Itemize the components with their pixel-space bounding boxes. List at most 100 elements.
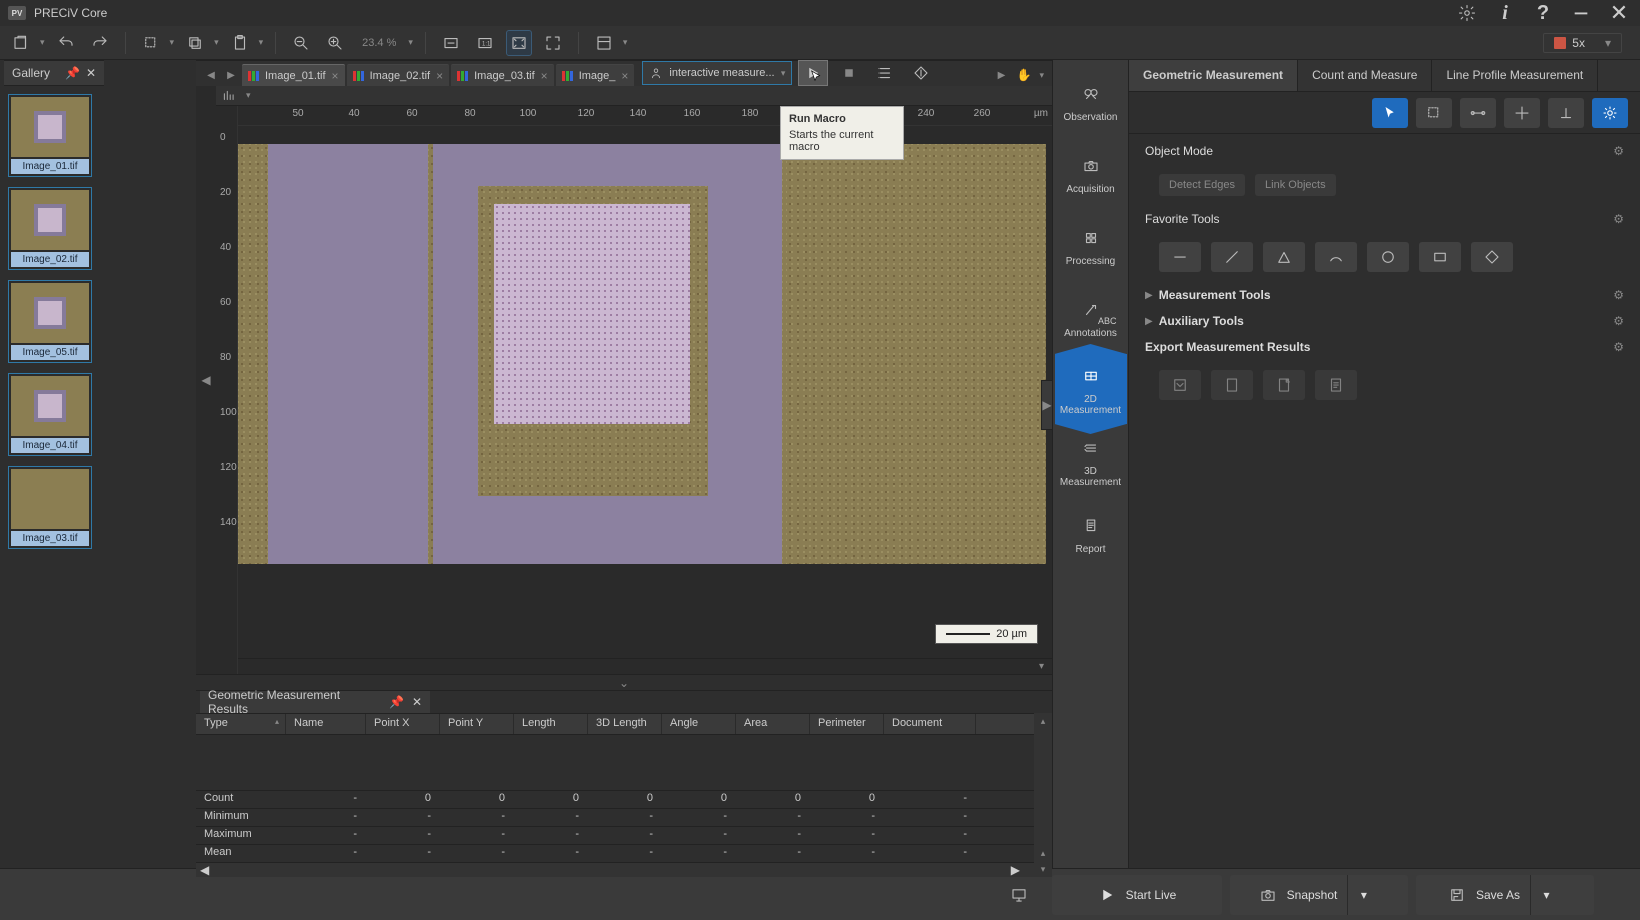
detect-edges-button[interactable]: Detect Edges [1159,174,1245,196]
auxiliary-tools-section[interactable]: ▶Auxiliary Tools⚙ [1145,314,1624,328]
zoom-in-button[interactable] [322,30,348,56]
macro-edit-button[interactable] [906,60,936,86]
gallery-thumb[interactable]: Image_03.tif [8,466,92,549]
gallery-thumb[interactable]: Image_01.tif [8,94,92,177]
diamond-tool-button[interactable] [1471,242,1513,272]
chevron-down-icon[interactable]: ▾ [170,37,175,48]
export-doc-button[interactable] [1315,370,1357,400]
paste-button[interactable] [227,30,253,56]
gear-icon[interactable]: ⚙ [1613,212,1624,226]
viewport-scrollbar[interactable]: ▾ [238,658,1052,674]
close-icon[interactable]: ✕ [412,695,422,709]
perpendicular-tool-button[interactable] [1548,98,1584,128]
column-header[interactable]: Name [286,714,366,734]
gear-icon[interactable]: ⚙ [1613,340,1624,354]
circle-tool-button[interactable] [1367,242,1409,272]
monitor-icon[interactable] [1002,880,1036,910]
panel-tab[interactable]: Count and Measure [1298,60,1432,91]
results-h-scrollbar[interactable]: ◀▶ [196,863,1034,877]
export-workbook-button[interactable] [1159,370,1201,400]
fullscreen-button[interactable] [540,30,566,56]
angle-tool-button[interactable] [1263,242,1305,272]
pointer-tool-button[interactable] [1372,98,1408,128]
run-macro-button[interactable] [798,60,828,86]
column-header[interactable]: Document [884,714,976,734]
chevron-down-icon[interactable]: ▾ [40,37,45,48]
image-viewport[interactable]: 20 µm [238,126,1052,658]
gear-icon[interactable]: ⚙ [1613,314,1624,328]
column-header[interactable]: 3D Length [588,714,662,734]
column-header[interactable]: Angle [662,714,736,734]
column-header[interactable]: Point X [366,714,440,734]
chevron-down-icon[interactable]: ▾ [408,37,413,48]
open-button[interactable] [8,30,34,56]
export-sheet-button[interactable] [1211,370,1253,400]
collapse-left-button[interactable]: ◀ [196,86,216,674]
zoom-level[interactable]: 23.4 % [356,37,402,49]
diag-line-tool-button[interactable] [1211,242,1253,272]
mode-acquisition[interactable]: Acquisition [1055,138,1127,208]
rect-tool-button[interactable] [1419,242,1461,272]
line-tool-button[interactable] [1159,242,1201,272]
close-icon[interactable]: × [541,69,548,83]
panel-tab[interactable]: Geometric Measurement [1129,60,1298,91]
macro-list-button[interactable] [870,60,900,86]
document-tab[interactable]: Image_02.tif× [347,64,450,86]
gear-icon[interactable]: ⚙ [1613,288,1624,302]
help-icon[interactable]: ? [1532,2,1554,24]
pin-icon[interactable]: 📌 [389,695,404,709]
column-header[interactable]: Perimeter [810,714,884,734]
close-icon[interactable]: × [332,69,339,83]
mode-observation[interactable]: Observation [1055,66,1127,136]
chevron-down-icon[interactable]: ▾ [259,37,264,48]
mode-2d-measurement[interactable]: 2D Measurement [1055,354,1127,424]
node-tool-button[interactable] [1460,98,1496,128]
info-icon[interactable]: i [1494,2,1516,24]
gear-icon[interactable]: ⚙ [1613,144,1624,158]
stop-macro-button[interactable] [834,60,864,86]
undo-button[interactable] [53,30,79,56]
tab-prev-button[interactable]: ◀ [202,64,220,86]
column-header[interactable]: Area [736,714,810,734]
start-live-button[interactable]: Start Live [1052,875,1222,915]
close-icon[interactable]: ✕ [1608,2,1630,24]
close-icon[interactable]: ✕ [86,66,96,80]
column-header[interactable]: Length [514,714,588,734]
arc-tool-button[interactable] [1315,242,1357,272]
chevron-down-icon[interactable]: ▾ [1605,36,1611,50]
column-header[interactable]: Type [196,714,286,734]
panel-tab[interactable]: Line Profile Measurement [1432,60,1598,91]
gear-icon[interactable] [1456,2,1478,24]
macro-select[interactable]: interactive measure... ▾ [642,61,792,85]
settings-tool-button[interactable] [1592,98,1628,128]
redo-button[interactable] [87,30,113,56]
collapse-right-button[interactable]: ▶ [1041,380,1053,430]
window-layout-button[interactable] [591,30,617,56]
gallery-thumb[interactable]: Image_02.tif [8,187,92,270]
zoom-out-button[interactable] [288,30,314,56]
fit-window-button[interactable] [506,30,532,56]
chevron-down-icon[interactable]: ▾ [781,68,786,79]
mode-processing[interactable]: Processing [1055,210,1127,280]
mode-annotations[interactable]: ABCAnnotations [1055,282,1127,352]
chevron-down-icon[interactable]: ▾ [623,37,628,48]
select-tool-button[interactable] [1416,98,1452,128]
column-header[interactable]: Point Y [440,714,514,734]
link-objects-button[interactable]: Link Objects [1255,174,1336,196]
tab-next-button[interactable]: ▶ [222,64,240,86]
export-excel-button[interactable] [1263,370,1305,400]
objective-selector[interactable]: 5x ▾ [1543,33,1632,53]
selection-tool-button[interactable] [138,30,164,56]
fit-width-button[interactable] [438,30,464,56]
histogram-icon[interactable] [222,89,236,103]
chevron-down-icon[interactable]: ▾ [1039,70,1044,81]
gallery-thumb[interactable]: Image_05.tif [8,280,92,363]
chevron-down-icon[interactable]: ▾ [246,90,251,101]
copy-button[interactable] [182,30,208,56]
move-tool-button[interactable] [1504,98,1540,128]
pin-icon[interactable]: 📌 [65,66,80,80]
measurement-tools-section[interactable]: ▶Measurement Tools⚙ [1145,288,1624,302]
document-tab[interactable]: Image_01.tif× [242,64,345,86]
minimize-icon[interactable]: − [1570,2,1592,24]
snapshot-button[interactable]: Snapshot ▾ [1230,875,1408,915]
